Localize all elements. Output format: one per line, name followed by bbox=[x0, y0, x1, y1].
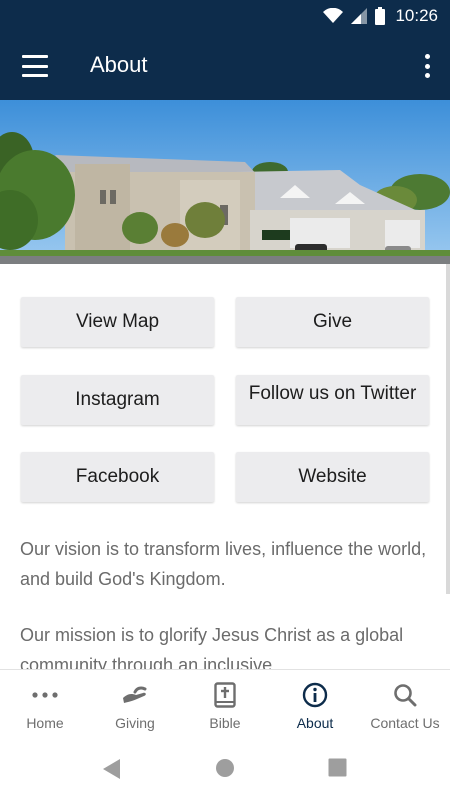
nav-item-home[interactable]: Home bbox=[0, 670, 90, 738]
nav-label-bible: Bible bbox=[209, 715, 241, 731]
twitter-button[interactable]: Follow us on Twitter bbox=[236, 375, 429, 425]
status-icons: 10:26 bbox=[323, 6, 438, 26]
hand-icon bbox=[90, 682, 180, 708]
facebook-button[interactable]: Facebook bbox=[21, 452, 214, 502]
scroll-indicator[interactable] bbox=[446, 264, 450, 594]
bottom-navigation: Home Giving Bible About Contact Us bbox=[0, 669, 450, 737]
search-icon bbox=[360, 682, 450, 708]
status-bar: 10:26 bbox=[0, 0, 450, 32]
hamburger-menu-icon[interactable] bbox=[20, 52, 50, 80]
nav-label-about: About bbox=[296, 715, 334, 731]
bible-icon bbox=[180, 682, 270, 708]
overflow-menu-icon[interactable] bbox=[420, 52, 434, 80]
nav-label-giving: Giving bbox=[115, 715, 155, 731]
vision-text: Our vision is to transform lives, influe… bbox=[20, 539, 427, 589]
nav-label-home: Home bbox=[26, 715, 64, 731]
nav-item-contact[interactable]: Contact Us bbox=[360, 670, 450, 738]
church-hero-image bbox=[0, 100, 450, 264]
recents-icon[interactable] bbox=[328, 758, 347, 777]
nav-item-giving[interactable]: Giving bbox=[90, 670, 180, 738]
app-bar: About bbox=[0, 32, 450, 100]
status-time: 10:26 bbox=[395, 6, 438, 25]
give-button[interactable]: Give bbox=[236, 297, 429, 347]
instagram-button[interactable]: Instagram bbox=[21, 375, 214, 425]
battery-icon bbox=[375, 7, 386, 25]
info-icon bbox=[270, 682, 360, 708]
system-navigation-bar bbox=[0, 737, 450, 800]
view-map-button[interactable]: View Map bbox=[21, 297, 214, 347]
back-icon[interactable] bbox=[102, 758, 122, 780]
more-horiz-icon bbox=[0, 682, 90, 708]
website-button[interactable]: Website bbox=[236, 452, 429, 502]
nav-item-bible[interactable]: Bible bbox=[180, 670, 270, 738]
home-circle-icon[interactable] bbox=[215, 758, 235, 778]
page-title: About bbox=[90, 52, 148, 77]
nav-item-about[interactable]: About bbox=[270, 670, 360, 738]
wifi-icon bbox=[323, 8, 344, 23]
nav-label-contact: Contact Us bbox=[370, 715, 440, 731]
signal-icon bbox=[351, 8, 368, 24]
